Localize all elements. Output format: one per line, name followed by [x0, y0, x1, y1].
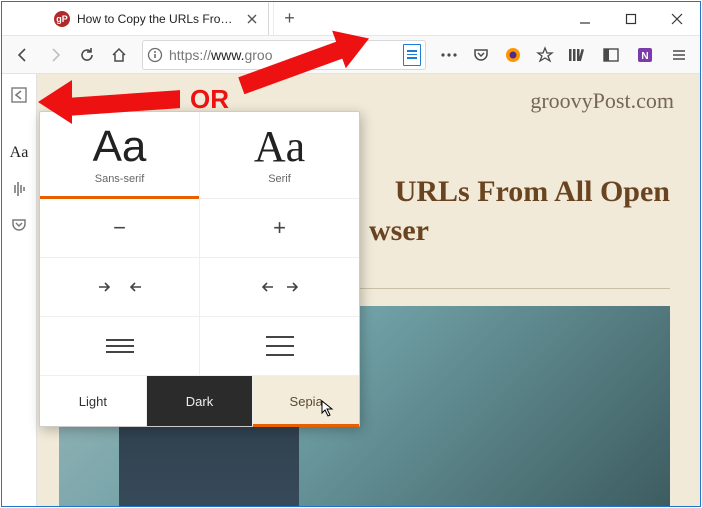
annotation-or-label: OR	[190, 84, 229, 115]
line-height-increase[interactable]	[199, 317, 359, 375]
pocket-save-icon[interactable]	[6, 212, 32, 238]
page-actions-button[interactable]	[434, 40, 464, 70]
reader-mode-icon[interactable]	[403, 44, 421, 66]
tab-title: How to Copy the URLs From Al	[77, 12, 237, 26]
bookmark-star-icon[interactable]	[530, 40, 560, 70]
arrows-out-icon	[257, 279, 303, 295]
site-brand: groovyPost.com	[530, 88, 674, 114]
line-height-decrease[interactable]	[40, 317, 199, 375]
minimize-button[interactable]	[562, 2, 608, 35]
window-close-button[interactable]	[654, 2, 700, 35]
font-sample-serif: Aa	[254, 125, 305, 169]
new-tab-button[interactable]: +	[273, 2, 305, 35]
font-label-sans: Sans-serif	[95, 173, 145, 185]
font-size-decrease[interactable]: −	[40, 199, 199, 257]
browser-window: gP How to Copy the URLs From Al + https:…	[1, 1, 701, 507]
back-button[interactable]	[8, 40, 38, 70]
font-label-serif: Serif	[268, 173, 291, 185]
line-height-tight-icon	[106, 339, 134, 353]
forward-button[interactable]	[40, 40, 70, 70]
pocket-button[interactable]	[466, 40, 496, 70]
onenote-extension-icon[interactable]: N	[630, 40, 660, 70]
reload-button[interactable]	[72, 40, 102, 70]
content-width-increase[interactable]	[199, 258, 359, 316]
cursor-icon	[321, 400, 335, 418]
library-button[interactable]	[562, 40, 592, 70]
line-height-loose-icon	[266, 336, 294, 356]
svg-text:N: N	[641, 51, 648, 62]
site-info-icon[interactable]	[147, 47, 163, 63]
arrows-in-icon	[97, 279, 143, 295]
close-tab-icon[interactable]	[244, 11, 260, 27]
theme-light[interactable]: Light	[40, 376, 146, 426]
narrate-icon[interactable]	[6, 176, 32, 202]
url-text: https://www.groo	[169, 47, 273, 63]
favicon: gP	[54, 11, 70, 27]
theme-sepia[interactable]: Sepia	[252, 376, 359, 426]
font-sample-sans: Aa	[93, 125, 147, 169]
sidebars-button[interactable]	[596, 40, 626, 70]
font-sans-option[interactable]: Aa Sans-serif	[40, 112, 199, 198]
window-controls	[562, 2, 700, 35]
close-reader-icon[interactable]	[6, 82, 32, 108]
maximize-button[interactable]	[608, 2, 654, 35]
content-width-decrease[interactable]	[40, 258, 199, 316]
reader-type-controls-popup: Aa Sans-serif Aa Serif − +	[39, 111, 360, 427]
type-controls-icon[interactable]: Aa	[6, 140, 32, 166]
home-button[interactable]	[104, 40, 134, 70]
tab-active[interactable]: gP How to Copy the URLs From Al	[44, 2, 269, 35]
font-serif-option[interactable]: Aa Serif	[199, 112, 359, 198]
reader-sidebar: Aa	[2, 74, 37, 506]
app-menu-button[interactable]	[664, 40, 694, 70]
annotation-arrow-left	[38, 80, 72, 124]
font-size-increase[interactable]: +	[199, 199, 359, 257]
firefox-account-icon[interactable]	[498, 40, 528, 70]
theme-dark[interactable]: Dark	[146, 376, 253, 426]
